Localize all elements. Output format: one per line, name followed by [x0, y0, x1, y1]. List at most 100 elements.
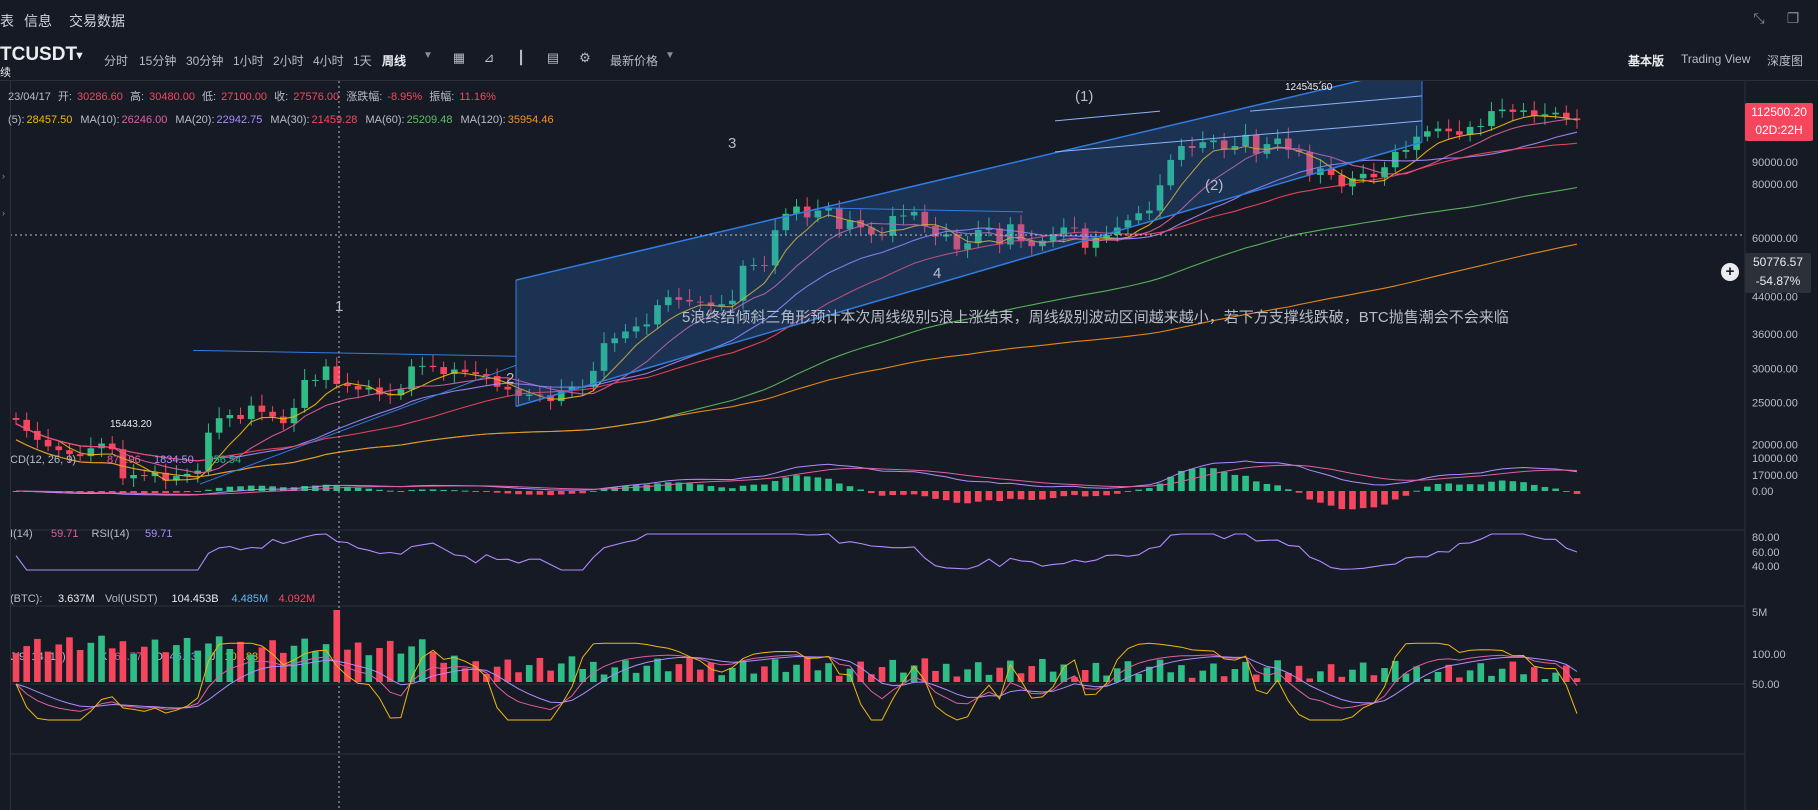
indicator-tick: 10000.00	[1752, 453, 1798, 465]
macd-bar	[408, 490, 415, 492]
macd-bar	[173, 491, 180, 493]
view-basic[interactable]: 基本版	[1628, 52, 1664, 69]
price-type-chevron-icon[interactable]: ▼	[662, 50, 678, 66]
macd-bar	[1488, 481, 1495, 491]
volume-bar	[1231, 669, 1239, 682]
chevron-down-icon[interactable]: ▼	[74, 50, 85, 62]
window-icon[interactable]: ❐	[1784, 10, 1802, 28]
ma-value: 28457.50	[26, 114, 73, 126]
macd-bar	[1017, 491, 1025, 500]
macd-bar	[579, 491, 586, 494]
volume-bar	[910, 665, 918, 682]
macd-bar	[1124, 491, 1132, 492]
indicator-value: 3.637M	[58, 593, 95, 605]
macd-bar	[440, 489, 447, 491]
interval-2h[interactable]: 2小时	[273, 52, 304, 69]
volume-bar	[739, 660, 747, 682]
candle-body	[1424, 131, 1431, 137]
volume-bar	[1327, 664, 1335, 682]
volume-bar	[1434, 671, 1442, 682]
indicator-value: 1834.50	[154, 454, 194, 466]
view-tradingview[interactable]: Trading View	[1681, 52, 1750, 66]
collapse-icon[interactable]: ⤡	[1750, 10, 1768, 28]
current-price-badge: 112500.20 02D:22H	[1745, 103, 1813, 141]
macd-bar	[974, 491, 982, 502]
macd-bar	[1327, 491, 1335, 506]
interval-30m[interactable]: 30分钟	[186, 52, 223, 69]
volume-bar	[173, 645, 180, 682]
low-value: 27100.00	[221, 91, 268, 103]
ma-label: MA(20):	[175, 114, 215, 126]
macd-bar	[686, 483, 693, 491]
volume-bar	[87, 642, 95, 682]
volume-bar	[1252, 674, 1260, 682]
gear-icon[interactable]: ⚙	[577, 50, 593, 66]
volume-bar	[547, 670, 554, 682]
wave-label: 3	[728, 135, 736, 152]
interval-timeline[interactable]: 分时	[104, 52, 128, 69]
candle-body	[1488, 111, 1495, 127]
volume-bar	[921, 658, 929, 682]
volume-bar	[889, 659, 897, 682]
volume-bar	[953, 676, 961, 682]
macd-bar	[354, 487, 362, 491]
expand-arrow-icon[interactable]: ›	[2, 208, 5, 218]
expand-arrow-icon[interactable]: ›	[2, 171, 5, 181]
amplitude-value: 11.16%	[459, 91, 496, 103]
candle-body	[418, 365, 426, 367]
volume-bar	[974, 662, 982, 682]
trend-line	[192, 349, 517, 357]
volume-bar	[1028, 666, 1036, 682]
kline-chart[interactable]: 90000.00 80000.00 60000.00 44000.00 36000.00…	[0, 81, 1818, 810]
indicator-icon[interactable]: ⊿	[481, 50, 497, 66]
view-depth[interactable]: 深度图	[1767, 52, 1803, 69]
volume-bar	[1274, 660, 1281, 682]
macd-bar	[1530, 484, 1538, 491]
interval-1h[interactable]: 1小时	[233, 52, 264, 69]
volume-bar	[66, 637, 73, 682]
volume-bar	[55, 644, 63, 682]
volume-bar	[1135, 673, 1142, 682]
volume-bar	[226, 649, 234, 682]
volume-bar	[1541, 679, 1549, 682]
volume-bar	[504, 659, 512, 682]
price-type-select[interactable]: 最新价格	[610, 52, 658, 69]
top-bar: 表 信息 交易数据 ⤡ ❐	[0, 0, 1818, 41]
volume-bar	[515, 672, 522, 682]
rsi-line	[15, 533, 1578, 571]
tab-info[interactable]: 信息	[24, 11, 52, 31]
volume-bar	[825, 663, 832, 682]
volume-bar	[440, 662, 447, 682]
volume-bar	[1477, 663, 1485, 682]
macd-bar	[1285, 489, 1292, 491]
candle-body	[226, 414, 234, 419]
volume-bar	[1210, 663, 1217, 682]
tab-trade-data[interactable]: 交易数据	[69, 11, 125, 31]
interval-4h[interactable]: 4小时	[313, 52, 344, 69]
template-icon[interactable]: ▤	[545, 50, 561, 66]
macd-bar	[996, 491, 1003, 502]
tab-chart[interactable]: 表	[0, 11, 14, 31]
indicator-tick: 40.00	[1752, 561, 1780, 573]
high-value: 30480.00	[149, 91, 195, 103]
interval-15m[interactable]: 15分钟	[139, 52, 176, 69]
macd-bar	[600, 489, 608, 491]
volume-bar	[590, 661, 597, 682]
interval-1w[interactable]: 周线	[382, 52, 406, 69]
macd-bar	[1456, 484, 1463, 491]
candle-type-icon[interactable]: ┃	[513, 50, 529, 66]
candle-body	[354, 386, 362, 390]
symbol-name[interactable]: TCUSDT	[0, 44, 77, 66]
volume-bar	[1509, 661, 1517, 682]
indicator-value: 956.54	[208, 454, 242, 466]
add-alert-icon[interactable]: +	[1721, 263, 1739, 281]
macd-bar	[1220, 471, 1228, 491]
macd-bar	[429, 489, 437, 491]
interval-1d[interactable]: 1天	[353, 52, 372, 69]
candle-body	[76, 454, 84, 457]
macd-bar	[461, 490, 469, 492]
macd-bar	[953, 491, 961, 503]
interval-more-icon[interactable]: ▼	[420, 50, 436, 66]
calendar-icon[interactable]: ▦	[451, 50, 467, 66]
volume-bar	[1359, 662, 1367, 682]
